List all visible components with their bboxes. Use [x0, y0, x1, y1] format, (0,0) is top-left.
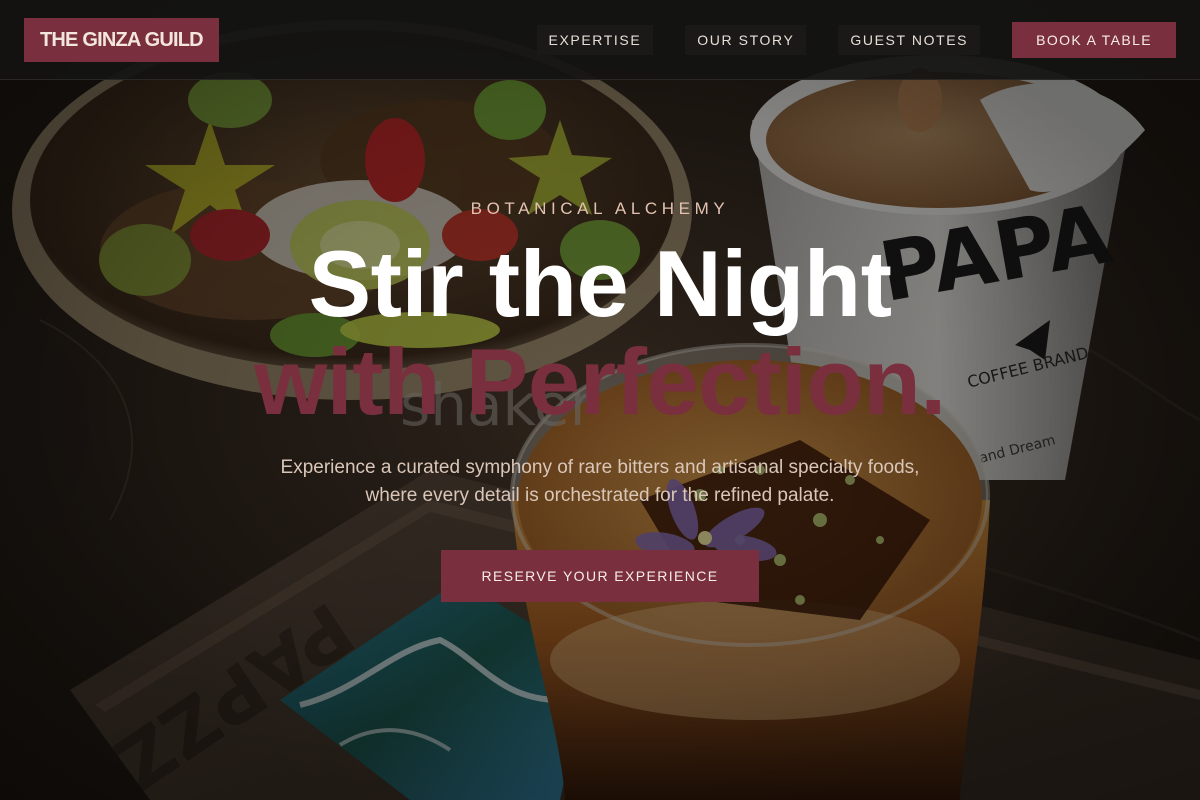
hero-title-line-1: Stir the Night: [308, 231, 892, 336]
hero-title-line-2: with Perfection.: [254, 329, 946, 434]
hero-description: Experience a curated symphony of rare bi…: [280, 457, 920, 506]
reserve-experience-button[interactable]: RESERVE YOUR EXPERIENCE: [441, 550, 759, 602]
hero-section: BOTANICAL ALCHEMY Stir the Night with Pe…: [0, 0, 1200, 800]
hero-eyebrow: BOTANICAL ALCHEMY: [470, 199, 730, 218]
landing-page: PAPZZ PAPA: [0, 0, 1200, 800]
